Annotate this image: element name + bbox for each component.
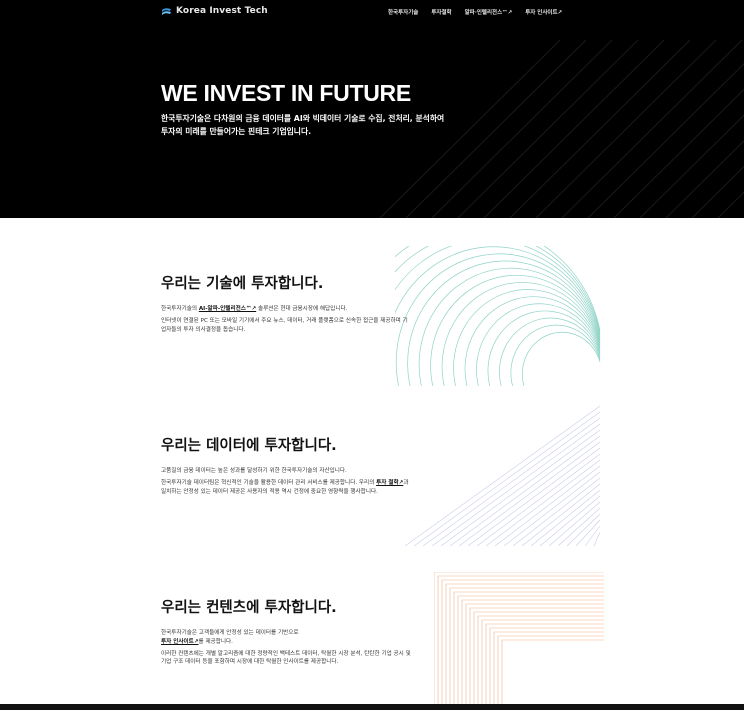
section-paragraph: 한국투자기술의 AI-알파-인텔리전스™↗ 솔루션은 현대 금융시장에 해답입니… <box>161 305 411 314</box>
decorative-line <box>494 465 601 546</box>
decorative-corner-line <box>465 603 604 704</box>
section-paragraph: 이러한 컨텐츠에는 개별 알고리즘에 대한 정량적인 백테스트 데이터, 탁월한… <box>161 650 411 666</box>
section-body: 한국투자기술은 고객들에게 안정성 있는 데이터를 기반으로투자 인사이트↗를 … <box>161 629 411 667</box>
section-technology: 우리는 기술에 투자합니다. 한국투자기술의 AI-알파-인텔리전스™↗ 솔루션… <box>161 272 411 337</box>
nav-item-alpha-intelligence[interactable]: 알파·인텔리전스™↗ <box>465 8 513 16</box>
decorative-arc <box>453 289 601 386</box>
hero-subtitle-line2: 투자의 미래를 만들어가는 핀테크 기업입니다. <box>161 127 312 136</box>
orange-corner-lines-decoration <box>434 572 604 704</box>
decorative-line <box>593 531 601 546</box>
decorative-line <box>717 191 744 218</box>
section-contents: 우리는 컨텐츠에 투자합니다. 한국투자기술은 고객들에게 안정성 있는 데이터… <box>161 596 411 670</box>
decorative-corner-line <box>473 611 604 704</box>
decorative-line <box>548 501 601 546</box>
decorative-arc <box>476 303 601 386</box>
footer-bar <box>0 704 744 710</box>
teal-arc-lines-decoration <box>395 246 601 386</box>
section-paragraph: 고품질의 금융 데이터는 높은 성과를 달성하기 위한 한국투자기술의 자산입니… <box>161 468 347 474</box>
decorative-line <box>535 39 717 218</box>
top-navigation: Korea Invest Tech 한국투자기술 투자철학 알파·인텔리전스™↗… <box>161 6 581 22</box>
decorative-line <box>457 39 639 218</box>
section-paragraph: 한국투자기술 데이터팀은 혁신적인 기술을 활용한 데이터 관리 서비스를 제공… <box>161 479 411 497</box>
hero-subtitle-line1: 한국투자기술은 다차원의 금융 데이터를 AI와 빅데이터 기술로 수집, 전처… <box>161 114 445 123</box>
nav-item-insight[interactable]: 투자 인사이트↗ <box>525 8 562 16</box>
section-title: 우리는 컨텐츠에 투자합니다. <box>161 600 337 616</box>
decorative-arc <box>395 246 601 331</box>
decorative-corner-line <box>453 591 604 704</box>
paragraph-text: 솔루션은 현대 금융시장에 해답입니다. <box>256 306 348 312</box>
decorative-line <box>485 459 601 546</box>
decorative-line <box>509 39 691 218</box>
decorative-line <box>458 441 601 546</box>
brand-name: Korea Invest Tech <box>176 6 268 16</box>
decorative-corner-line <box>477 615 604 704</box>
decorative-arc <box>395 246 601 335</box>
section-title: 우리는 데이터에 투자합니다. <box>161 438 337 454</box>
decorative-line <box>584 525 601 546</box>
decorative-line <box>561 39 743 218</box>
alpha-intelligence-link[interactable]: AI-알파-인텔리전스™↗ <box>199 306 256 312</box>
section-data: 우리는 데이터에 투자합니다. 고품질의 금융 데이터는 높은 성과를 달성하기… <box>161 434 411 499</box>
decorative-line <box>483 39 665 218</box>
paragraph-text: 를 제공합니다. <box>198 638 233 645</box>
section-body: 한국투자기술의 AI-알파-인텔리전스™↗ 솔루션은 현대 금융시장에 해답입니… <box>161 305 411 334</box>
section-paragraph: 인터넷이 연결된 PC 또는 모바일 기기에서 주요 뉴스, 데이터, 거래 플… <box>161 317 408 333</box>
decorative-corner-line <box>461 599 604 704</box>
decorative-line <box>521 483 601 546</box>
decorative-line <box>613 88 744 218</box>
hero-subtitle: 한국투자기술은 다차원의 금융 데이터를 AI와 빅데이터 기술로 수집, 전처… <box>161 112 461 138</box>
investment-insight-link[interactable]: 투자 인사이트↗ <box>161 639 199 645</box>
decorative-arc <box>510 324 601 386</box>
main-nav: 한국투자기술 투자철학 알파·인텔리전스™↗ 투자 인사이트↗ <box>388 8 562 16</box>
decorative-line <box>691 165 744 218</box>
decorative-corner-line <box>497 635 604 704</box>
paragraph-text: 한국투자기술의 <box>161 306 199 312</box>
decorative-line <box>440 429 601 546</box>
decorative-arc <box>395 246 601 333</box>
investment-philosophy-link[interactable]: 투자 철학↗ <box>376 480 403 486</box>
section-paragraph: 한국투자기술은 고객들에게 안정성 있는 데이터를 기반으로투자 인사이트↗를 … <box>161 629 411 647</box>
decorative-corner-line <box>501 639 604 704</box>
paragraph-text: 한국투자기술 데이터팀은 혁신적인 기술을 활용한 데이터 관리 서비스를 제공… <box>161 479 377 486</box>
section-body: 고품질의 금융 데이터는 높은 성과를 달성하기 위한 한국투자기술의 자산입니… <box>161 467 411 496</box>
nav-item-philosophy[interactable]: 투자철학 <box>431 8 451 16</box>
decorative-corner-line <box>481 619 604 704</box>
hero-title: WE INVEST IN FUTURE <box>161 80 411 106</box>
decorative-arc <box>407 260 601 386</box>
decorative-arc <box>464 296 601 386</box>
nav-item-company[interactable]: 한국투자기술 <box>388 8 418 16</box>
decorative-corner-line <box>493 631 604 704</box>
wave-logo-icon <box>162 7 171 15</box>
brand-logo[interactable]: Korea Invest Tech <box>161 6 268 16</box>
decorative-line <box>639 114 744 218</box>
hero-diagonal-lines-decoration <box>379 39 744 218</box>
decorative-line <box>566 513 601 546</box>
paragraph-text: 한국투자기술은 고객들에게 안정성 있는 데이터를 기반으로 <box>161 630 299 636</box>
decorative-corner-line <box>449 587 604 704</box>
section-title: 우리는 기술에 투자합니다. <box>161 276 324 292</box>
decorative-line <box>512 477 601 546</box>
hero-banner: Korea Invest Tech 한국투자기술 투자철학 알파·인텔리전스™↗… <box>0 0 744 218</box>
decorative-arc <box>522 331 601 386</box>
decorative-corner-line <box>489 627 604 704</box>
lavender-diagonal-lines-decoration <box>404 405 601 546</box>
decorative-line <box>467 447 601 546</box>
